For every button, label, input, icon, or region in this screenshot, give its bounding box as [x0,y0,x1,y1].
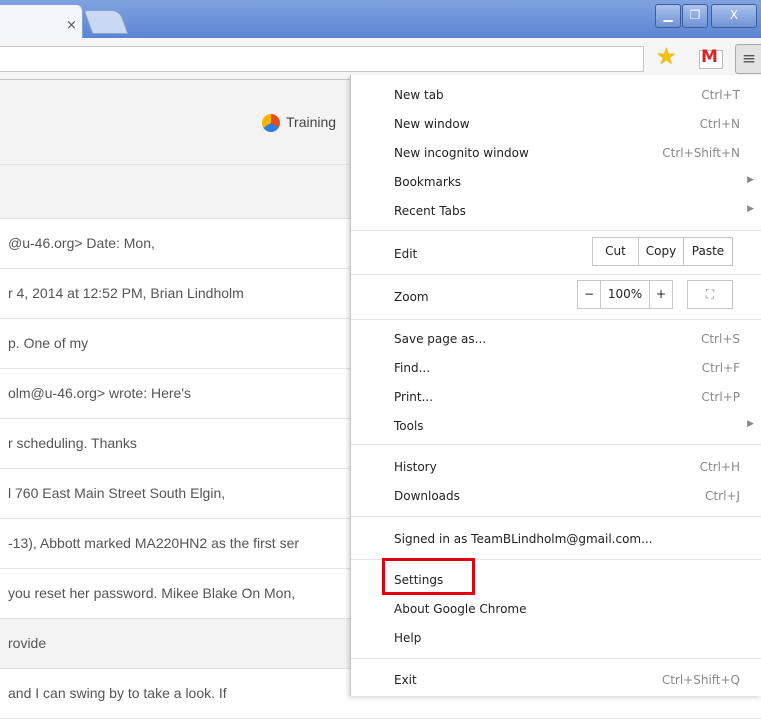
menu-item-tools[interactable]: Tools ▶ [351,412,761,441]
menu-item-recent-tabs[interactable]: Recent Tabs ▶ [351,197,761,226]
menu-item-shortcut: Ctrl+T [701,88,740,102]
menu-item-new-window[interactable]: New window Ctrl+N [351,110,761,139]
fullscreen-icon[interactable]: ⛶ [687,280,733,309]
gmail-extension-icon[interactable]: M [699,47,723,69]
menu-item-history[interactable]: History Ctrl+H [351,453,761,482]
training-app-icon [262,114,280,133]
menu-item-about[interactable]: About Google Chrome [351,595,761,624]
menu-item-label: Edit [394,247,418,261]
address-bar[interactable] [0,46,644,72]
menu-item-print[interactable]: Print... Ctrl+P [351,383,761,412]
menu-separator [351,319,761,320]
menu-item-label: Signed in as TeamBLindholm@gmail.com... [394,532,653,546]
menu-item-shortcut: Ctrl+S [700,332,740,346]
menu-item-label: Bookmarks [394,175,462,189]
menu-item-label: Downloads [394,489,460,503]
email-row-text: you reset her password. Mikee Blake On M… [8,585,296,601]
menu-item-shortcut: Ctrl+F [701,361,740,375]
menu-item-bookmarks[interactable]: Bookmarks ▶ [351,168,761,197]
menu-item-label: Exit [394,673,417,687]
menu-separator [351,444,761,445]
email-row-text: @u-46.org> Date: Mon, [8,235,155,251]
copy-button[interactable]: Copy [638,237,684,266]
email-row-text: p. One of my [8,335,89,351]
menu-item-signed-in[interactable]: Signed in as TeamBLindholm@gmail.com... [351,525,761,554]
menu-item-save-page[interactable]: Save page as... Ctrl+S [351,325,761,354]
settings-highlight-box [382,558,475,595]
submenu-arrow-icon: ▶ [747,175,754,185]
menu-item-label: About Google Chrome [394,602,527,616]
title-bar: × ▁ ❐ X [0,0,761,38]
bookmark-star-icon[interactable]: ★ [656,43,677,71]
menu-separator [351,516,761,517]
close-window-button[interactable]: X [711,4,757,28]
browser-tab[interactable]: × [0,5,83,38]
menu-row-zoom: Zoom − 100% + ⛶ [351,280,761,314]
menu-item-shortcut: Ctrl+N [699,117,740,131]
menu-item-shortcut: Ctrl+Shift+N [662,146,740,160]
menu-item-label: New incognito window [394,146,529,160]
menu-item-shortcut: Ctrl+P [701,390,740,404]
email-row-text: l 760 East Main Street South Elgin, [8,485,226,501]
menu-item-label: Recent Tabs [394,204,466,218]
menu-item-shortcut: Ctrl+H [699,460,740,474]
menu-item-label: Zoom [394,290,429,304]
menu-item-new-tab[interactable]: New tab Ctrl+T [351,81,761,110]
menu-item-shortcut: Ctrl+J [705,489,740,503]
submenu-arrow-icon: ▶ [747,204,754,214]
zoom-level: 100% [600,280,650,309]
training-link[interactable]: Training [262,114,337,133]
menu-item-label: Tools [394,419,424,433]
menu-item-label: Help [394,631,422,645]
email-row-text: olm@u-46.org> wrote: Here's [8,385,192,401]
menu-item-label: History [394,460,437,474]
menu-item-label: New tab [394,88,444,102]
menu-row-edit: Edit Cut Copy Paste [351,237,761,271]
menu-item-label: Save page as... [394,332,487,346]
menu-item-new-incognito[interactable]: New incognito window Ctrl+Shift+N [351,139,761,168]
menu-item-label: Find... [394,361,431,375]
cut-button[interactable]: Cut [592,237,639,266]
submenu-arrow-icon: ▶ [747,419,754,429]
paste-button[interactable]: Paste [683,237,733,266]
menu-item-find[interactable]: Find... Ctrl+F [351,354,761,383]
menu-separator [351,658,761,659]
restore-button[interactable]: ❐ [682,4,708,28]
chrome-menu: New tab Ctrl+T New window Ctrl+N New inc… [350,75,761,696]
new-tab-button[interactable] [83,10,129,34]
menu-item-exit[interactable]: Exit Ctrl+Shift+Q [351,666,761,695]
menu-separator [351,230,761,231]
menu-item-downloads[interactable]: Downloads Ctrl+J [351,482,761,511]
browser-toolbar: ★ M ≡ [0,38,761,80]
email-row-text: -13), Abbott marked MA220HN2 as the firs… [8,535,300,551]
menu-separator [351,274,761,275]
menu-item-shortcut: Ctrl+Shift+Q [661,673,740,687]
gmail-icon-glyph: M [701,47,718,67]
menu-item-help[interactable]: Help [351,624,761,653]
email-row-text: r 4, 2014 at 12:52 PM, Brian Lindholm [8,285,244,301]
chrome-menu-icon[interactable]: ≡ [735,44,761,74]
email-row-text: rovide [8,635,47,651]
email-row-text: r scheduling. Thanks [8,435,137,451]
menu-item-label: Print... [394,390,434,404]
training-label: Training [286,114,337,130]
minimize-button[interactable]: ▁ [655,4,681,28]
tab-close-icon[interactable]: × [66,19,77,32]
email-row-text: and I can swing by to take a look. If [8,685,227,701]
zoom-in-button[interactable]: + [649,280,673,309]
menu-item-label: New window [394,117,470,131]
zoom-out-button[interactable]: − [577,280,601,309]
